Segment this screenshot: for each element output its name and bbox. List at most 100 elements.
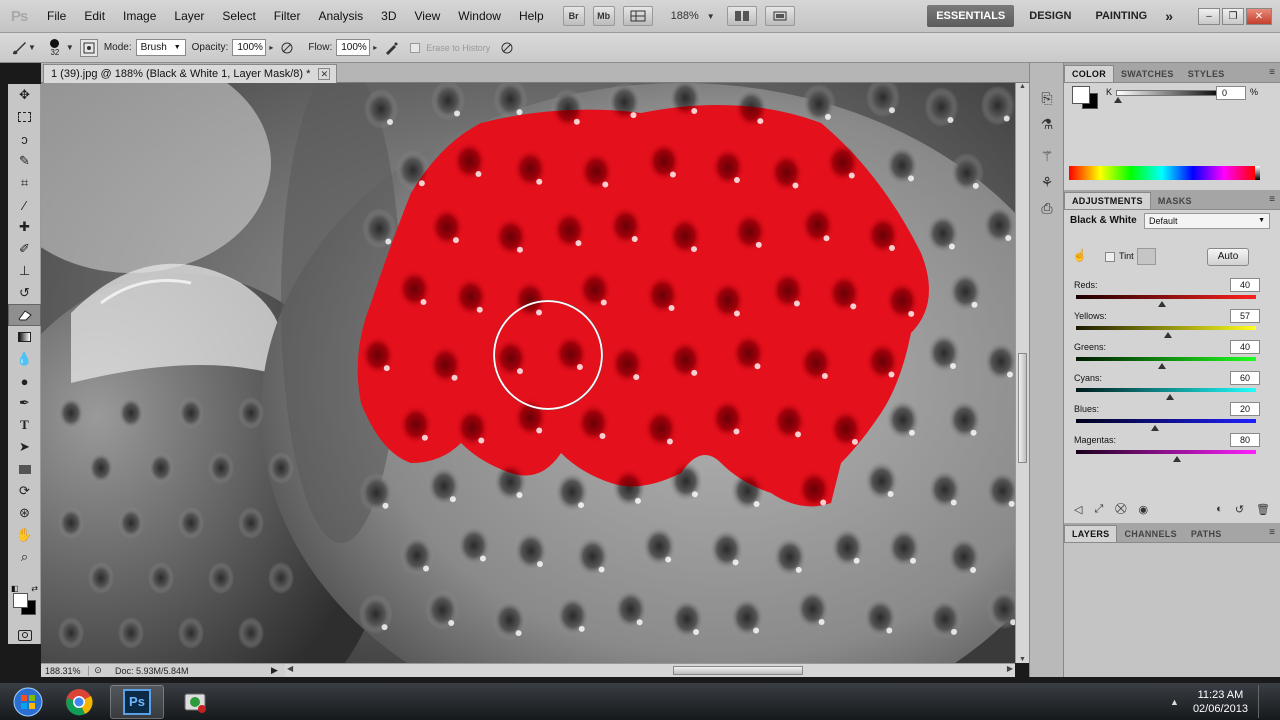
color-spectrum-ramp[interactable] <box>1069 166 1260 180</box>
show-desktop-button[interactable] <box>1258 685 1272 718</box>
arrange-documents-button[interactable] <box>726 6 757 26</box>
panel-menu-icon[interactable]: ≡ <box>1269 527 1275 538</box>
airbrush-icon[interactable] <box>382 39 400 57</box>
clone-source-icon[interactable]: ⚘ <box>1030 169 1064 195</box>
marquee-tool-icon[interactable] <box>8 106 41 128</box>
swap-colors-icon[interactable]: ⇄ <box>31 584 38 593</box>
vertical-scroll-thumb[interactable] <box>1018 353 1027 463</box>
tab-channels[interactable]: CHANNELS <box>1117 525 1183 542</box>
slider-thumb[interactable] <box>1151 425 1160 431</box>
chevron-down-icon[interactable]: ▼ <box>707 12 715 21</box>
blur-tool-icon[interactable]: 💧 <box>8 348 41 370</box>
bridge-button[interactable]: Br <box>562 6 585 26</box>
previous-state-icon[interactable]: ◐ <box>1216 503 1223 515</box>
path-selection-tool-icon[interactable]: ➤ <box>8 436 41 458</box>
clip-to-layer-icon[interactable]: ⛒ <box>1115 503 1126 516</box>
menu-file[interactable]: File <box>38 0 75 33</box>
slider-track[interactable] <box>1076 326 1256 330</box>
panel-menu-icon[interactable]: ≡ <box>1269 67 1275 78</box>
close-tab-icon[interactable]: ✕ <box>318 68 331 80</box>
hand-tool-icon[interactable]: ✋ <box>8 524 41 546</box>
opacity-input[interactable]: 100% <box>232 39 267 56</box>
slider-value-input[interactable]: 40 <box>1230 340 1260 354</box>
default-colors-icon[interactable]: ◧ <box>11 584 19 593</box>
slider-thumb[interactable] <box>1158 363 1167 369</box>
slider-value-input[interactable]: 60 <box>1230 371 1260 385</box>
slider-track[interactable] <box>1076 388 1256 392</box>
app-taskbar-button[interactable] <box>168 685 222 719</box>
3d-orbit-tool-icon[interactable]: ⊛ <box>8 502 41 524</box>
brush-presets-icon[interactable]: ⚗ <box>1030 111 1064 137</box>
pen-tool-icon[interactable]: ✒ <box>8 392 41 414</box>
color-slider-track[interactable] <box>1116 90 1224 96</box>
color-value-input[interactable]: 0 <box>1216 86 1246 100</box>
pressure-opacity-icon[interactable] <box>278 39 296 57</box>
workspace-design[interactable]: DESIGN <box>1020 5 1080 27</box>
photoshop-taskbar-button[interactable]: Ps <box>110 684 164 719</box>
history-brush-tool-icon[interactable]: ↺ <box>8 282 41 304</box>
show-hidden-icons-icon[interactable]: ▲ <box>1170 697 1179 707</box>
lasso-tool-icon[interactable]: ↄ <box>8 128 41 150</box>
quick-mask-icon[interactable] <box>8 624 41 646</box>
flow-slider-toggle-icon[interactable]: ▸ <box>373 43 377 52</box>
view-extras-button[interactable] <box>622 6 653 26</box>
tab-paths[interactable]: PATHS <box>1184 525 1229 542</box>
slider-value-input[interactable]: 20 <box>1230 402 1260 416</box>
slider-track[interactable] <box>1076 419 1256 423</box>
type-tool-icon[interactable]: T <box>8 414 41 436</box>
pressure-size-icon[interactable] <box>498 39 516 57</box>
erase-to-history-checkbox[interactable] <box>410 42 421 53</box>
zoom-level[interactable]: 188% <box>671 10 699 22</box>
menu-filter[interactable]: Filter <box>265 0 310 33</box>
tint-color-swatch[interactable] <box>1137 248 1156 265</box>
menu-layer[interactable]: Layer <box>165 0 213 33</box>
start-button[interactable] <box>8 684 48 720</box>
color-slider-thumb[interactable] <box>1114 97 1122 103</box>
back-arrow-icon[interactable]: ◁ <box>1074 503 1082 516</box>
quick-selection-tool-icon[interactable]: ✎ <box>8 150 41 172</box>
restore-button[interactable]: ❐ <box>1222 7 1244 25</box>
slider-track[interactable] <box>1076 450 1256 454</box>
clock[interactable]: 11:23 AM 02/06/2013 <box>1193 688 1248 716</box>
brush-panel-icon[interactable]: ⚚ <box>1030 143 1064 169</box>
eyedropper-tool-icon[interactable]: ⁄ <box>8 194 41 216</box>
brush-panel-toggle-icon[interactable] <box>79 38 98 57</box>
reset-icon[interactable]: ↺ <box>1235 503 1244 516</box>
tint-checkbox[interactable] <box>1105 252 1115 262</box>
image-canvas[interactable] <box>41 83 1015 663</box>
tab-masks[interactable]: MASKS <box>1151 192 1199 209</box>
slider-thumb[interactable] <box>1165 394 1174 400</box>
foreground-background-colors[interactable]: ◧ ⇄ <box>8 582 41 618</box>
tab-layers[interactable]: LAYERS <box>1064 525 1118 542</box>
notes-panel-icon[interactable]: ⎙ <box>1030 195 1064 221</box>
slider-value-input[interactable]: 80 <box>1230 433 1260 447</box>
vertical-scrollbar[interactable]: ▲ ▼ <box>1015 83 1029 663</box>
horizontal-scrollbar[interactable]: ◀ ▶ <box>285 663 1015 677</box>
slider-value-input[interactable]: 40 <box>1230 278 1260 292</box>
gradient-tool-icon[interactable] <box>8 326 41 348</box>
mode-select[interactable]: Brush ▼ <box>135 39 186 56</box>
targeted-adjustment-hand-icon[interactable]: ☝ <box>1072 248 1087 262</box>
brush-tool-icon[interactable] <box>10 39 28 57</box>
menu-3d[interactable]: 3D <box>372 0 405 33</box>
spot-healing-tool-icon[interactable]: ✚ <box>8 216 41 238</box>
more-workspaces-button[interactable]: » <box>1156 5 1182 27</box>
menu-window[interactable]: Window <box>449 0 510 33</box>
slider-track[interactable] <box>1076 357 1256 361</box>
clone-stamp-tool-icon[interactable]: ⊥ <box>8 260 41 282</box>
horizontal-scroll-thumb[interactable] <box>673 666 803 675</box>
slider-thumb[interactable] <box>1158 301 1167 307</box>
status-info-icon[interactable]: ⊙ <box>89 665 107 676</box>
close-button[interactable]: ✕ <box>1246 7 1272 25</box>
slider-value-input[interactable]: 57 <box>1230 309 1260 323</box>
brush-picker-chevron-icon[interactable]: ▼ <box>66 43 74 52</box>
workspace-painting[interactable]: PAINTING <box>1086 5 1156 27</box>
brush-preset-picker[interactable]: 32 <box>44 38 66 57</box>
tab-color[interactable]: COLOR <box>1064 65 1114 82</box>
menu-help[interactable]: Help <box>510 0 553 33</box>
eraser-tool-icon[interactable] <box>8 304 41 326</box>
screen-mode-button[interactable] <box>764 6 795 26</box>
tab-styles[interactable]: STYLES <box>1181 65 1232 82</box>
preset-select[interactable]: Default ▼ <box>1144 213 1270 229</box>
foreground-color-swatch[interactable] <box>13 593 28 608</box>
